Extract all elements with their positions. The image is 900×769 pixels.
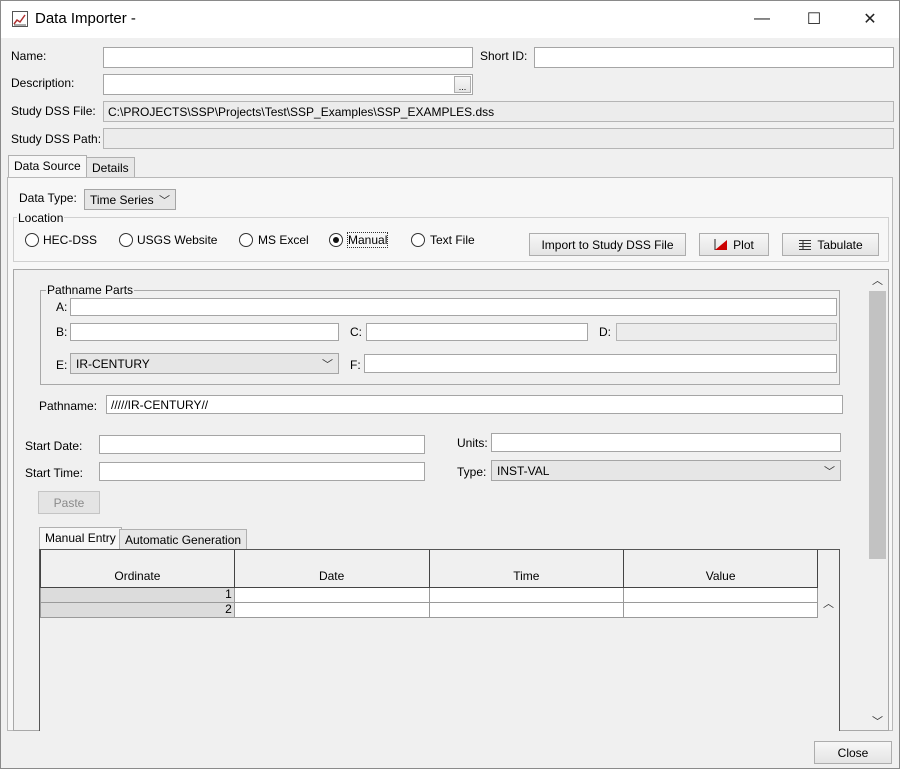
- start-date-field[interactable]: [99, 435, 425, 454]
- part-d-label: D:: [599, 325, 611, 339]
- pathname-parts-label: Pathname Parts: [46, 283, 135, 297]
- part-f-label: F:: [350, 358, 361, 372]
- part-b-label: B:: [56, 325, 68, 339]
- data-type-select[interactable]: Time Series ﹀: [84, 189, 176, 210]
- start-time-label: Start Time:: [25, 466, 84, 480]
- radio-hec-dss[interactable]: [25, 233, 39, 247]
- plot-button-label: Plot: [733, 237, 754, 252]
- short-id-label: Short ID:: [480, 49, 528, 63]
- radio-ms-excel-label: MS Excel: [258, 233, 309, 247]
- chevron-down-icon: ﹀: [824, 466, 835, 478]
- tab-data-source[interactable]: Data Source: [8, 155, 87, 177]
- ordinate-cell: 2: [40, 601, 235, 618]
- location-label: Location: [17, 211, 65, 225]
- entry-table: Ordinate Date Time Value 1 2: [40, 550, 818, 618]
- short-id-field[interactable]: [534, 47, 894, 68]
- ordinate-cell: 1: [40, 586, 235, 603]
- part-c-field[interactable]: [366, 323, 588, 341]
- part-e-select[interactable]: IR-CENTURY ﹀: [70, 353, 339, 374]
- radio-manual-label: Manual: [346, 232, 389, 248]
- close-window-button[interactable]: ✕: [847, 1, 893, 37]
- value-cell[interactable]: [623, 601, 818, 618]
- description-label: Description:: [11, 76, 75, 90]
- study-dss-path-field: [103, 128, 894, 149]
- part-e-value: IR-CENTURY: [76, 357, 150, 371]
- pathname-label: Pathname:: [39, 399, 98, 413]
- column-header-time: Time: [428, 550, 625, 588]
- radio-usgs-website-label: USGS Website: [137, 233, 218, 247]
- description-browse-button[interactable]: ...: [454, 76, 471, 93]
- units-label: Units:: [457, 436, 488, 450]
- study-dss-file-label: Study DSS File:: [11, 104, 96, 118]
- part-a-field[interactable]: [70, 298, 837, 316]
- start-date-label: Start Date:: [25, 439, 83, 453]
- tabulate-button[interactable]: Tabulate: [782, 233, 879, 256]
- part-d-field: [616, 323, 837, 341]
- tabulate-icon: [799, 239, 812, 250]
- close-button[interactable]: Close: [814, 741, 892, 764]
- radio-manual[interactable]: [329, 233, 343, 247]
- time-cell[interactable]: [428, 601, 625, 618]
- radio-ms-excel[interactable]: [239, 233, 253, 247]
- part-a-label: A:: [56, 300, 68, 314]
- part-c-label: C:: [350, 325, 362, 339]
- column-header-ordinate: Ordinate: [40, 550, 235, 588]
- plot-button[interactable]: Plot: [699, 233, 769, 256]
- radio-text-file[interactable]: [411, 233, 425, 247]
- scroll-down-arrow-icon[interactable]: ﹀: [869, 713, 886, 729]
- plot-icon: [714, 238, 728, 250]
- date-cell[interactable]: [233, 586, 430, 603]
- part-e-label: E:: [56, 358, 68, 372]
- start-time-field[interactable]: [99, 462, 425, 481]
- units-field[interactable]: [491, 433, 841, 452]
- chart-app-icon: [12, 11, 28, 27]
- table-scroll-up-icon[interactable]: ︿: [819, 595, 838, 610]
- radio-hec-dss-label: HEC-DSS: [43, 233, 98, 247]
- time-cell[interactable]: [428, 586, 625, 603]
- title-bar: Data Importer - — ☐ ✕: [1, 1, 899, 38]
- tabulate-button-label: Tabulate: [817, 237, 863, 252]
- type-select[interactable]: INST-VAL ﹀: [491, 460, 841, 481]
- table-row: 2: [40, 601, 818, 618]
- scrollbar-thumb[interactable]: [869, 291, 886, 559]
- chevron-down-icon: ﹀: [159, 195, 170, 207]
- tab-automatic-generation[interactable]: Automatic Generation: [119, 529, 248, 550]
- maximize-button[interactable]: ☐: [791, 1, 837, 37]
- table-row: 1: [40, 586, 818, 603]
- name-field[interactable]: [103, 47, 473, 68]
- data-type-value: Time Series: [90, 193, 154, 207]
- pathname-field[interactable]: /////IR-CENTURY//: [106, 395, 843, 414]
- part-f-field[interactable]: [364, 354, 837, 373]
- import-to-study-dss-button[interactable]: Import to Study DSS File: [529, 233, 686, 256]
- type-value: INST-VAL: [497, 464, 550, 478]
- value-cell[interactable]: [623, 586, 818, 603]
- radio-text-file-label: Text File: [430, 233, 475, 247]
- minimize-button[interactable]: —: [739, 1, 785, 37]
- tab-details[interactable]: Details: [86, 157, 135, 178]
- paste-button[interactable]: Paste: [38, 491, 100, 514]
- radio-usgs-website[interactable]: [119, 233, 133, 247]
- part-b-field[interactable]: [70, 323, 339, 341]
- column-header-date: Date: [233, 550, 430, 588]
- study-dss-path-label: Study DSS Path:: [11, 132, 102, 146]
- scroll-up-arrow-icon[interactable]: ︿: [869, 272, 886, 288]
- type-label: Type:: [457, 465, 487, 479]
- window-title: Data Importer -: [35, 10, 136, 27]
- description-field[interactable]: [103, 74, 473, 95]
- data-type-label: Data Type:: [19, 191, 77, 205]
- data-importer-window: Data Importer - — ☐ ✕ Name: Short ID: De…: [0, 0, 900, 769]
- tab-manual-entry[interactable]: Manual Entry: [39, 527, 122, 549]
- date-cell[interactable]: [233, 601, 430, 618]
- name-label: Name:: [11, 49, 47, 63]
- study-dss-file-field: C:\PROJECTS\SSP\Projects\Test\SSP_Exampl…: [103, 101, 894, 122]
- chevron-down-icon: ﹀: [322, 359, 333, 371]
- column-header-value: Value: [623, 550, 818, 588]
